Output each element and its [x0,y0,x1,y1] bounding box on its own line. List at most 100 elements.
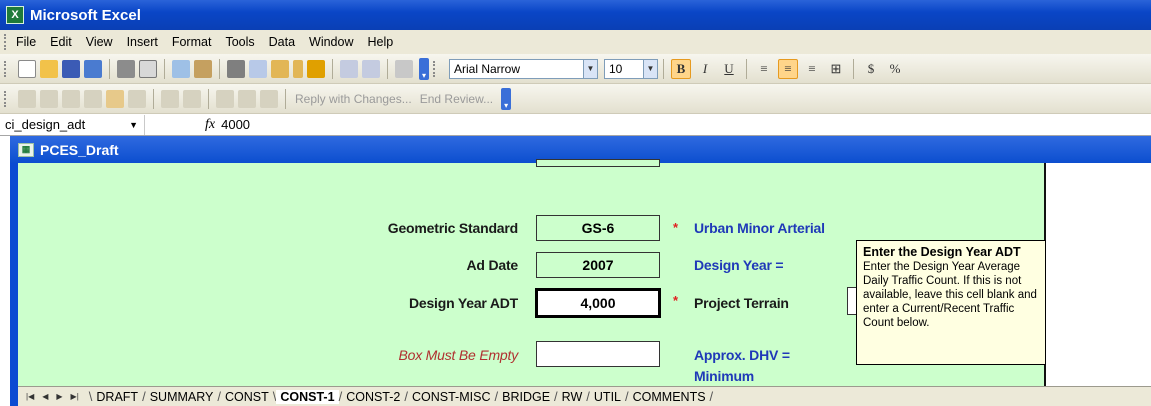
reply-with-changes-button[interactable]: Reply with Changes... [295,92,412,106]
align-left-icon[interactable]: ≡ [754,59,774,79]
ad-date-label: Ad Date [466,257,519,273]
hyperlink-icon[interactable] [395,59,413,78]
name-box[interactable]: ci_design_adt ▼ [0,114,145,135]
toolbar-options-chevron-icon[interactable]: ▾ [419,57,429,80]
tab-bridge[interactable]: BRIDGE [498,390,554,404]
toolbar-separator [153,88,154,109]
tab-const-1[interactable]: CONST-1 [276,389,339,404]
toolbar-grip[interactable] [4,60,8,77]
tab-const[interactable]: CONST [221,390,273,404]
formula-input[interactable]: 4000 [221,117,250,132]
menu-data[interactable]: Data [269,35,295,49]
toolbar-separator [208,88,209,109]
tab-comments[interactable]: COMMENTS [629,390,710,404]
design-year-adt-cell[interactable]: 4,000 [535,288,661,318]
show-ink-icon[interactable] [260,89,278,108]
menu-file[interactable]: File [16,35,36,49]
approx-dhv-label: Approx. DHV = [694,347,790,363]
ink-annotations-icon[interactable] [128,89,146,108]
ad-date-cell[interactable]: 2007 [536,252,660,278]
undo-icon[interactable] [340,59,358,78]
delete-comment-icon[interactable] [161,89,179,108]
merge-center-icon[interactable]: ⊞ [826,59,846,79]
show-all-comments-icon[interactable] [106,89,124,108]
delete-ink-icon[interactable] [183,89,201,108]
formula-bar: ci_design_adt ▼ fx 4000 [0,114,1151,136]
print-preview-icon[interactable] [139,59,157,78]
menu-edit[interactable]: Edit [50,35,72,49]
reviewing-toolbar: Reply with Changes... End Review... ▾ [0,84,1151,114]
toolbar-separator [219,58,220,79]
workbook-title: PCES_Draft [40,141,119,158]
tab-summary[interactable]: SUMMARY [146,390,218,404]
menu-tools[interactable]: Tools [225,35,254,49]
previous-sheet-icon[interactable]: ◀ [42,392,48,401]
permission-icon[interactable] [84,59,102,78]
menu-help[interactable]: Help [368,35,394,49]
geometric-standard-cell[interactable]: GS-6 [536,215,660,241]
tab-rw[interactable]: RW [558,390,587,404]
percent-button[interactable]: % [885,59,905,79]
toolbar-separator [746,58,747,79]
next-sheet-icon[interactable]: ▶ [56,392,62,401]
toolbar-grip[interactable] [4,34,8,50]
bold-button[interactable]: B [671,58,691,79]
font-size-select[interactable]: 10 [604,58,644,79]
toolbar-separator [109,58,110,79]
first-sheet-icon[interactable]: |◀ [26,392,34,401]
print-icon[interactable] [117,59,135,78]
toolbar-separator [164,58,165,79]
copy-icon[interactable] [249,59,267,78]
end-review-button[interactable]: End Review... [420,92,493,106]
geometric-standard-label: Geometric Standard [387,220,518,236]
design-year-label: Design Year = [694,257,784,273]
toolbar-options-chevron-icon[interactable]: ▾ [501,87,512,110]
font-name-select[interactable]: Arial Narrow [449,58,584,79]
research-icon[interactable] [194,59,212,78]
insert-function-icon[interactable]: fx [205,117,215,133]
update-file-icon[interactable] [238,89,256,108]
previous-comment-icon[interactable] [40,89,58,108]
app-title: Microsoft Excel [30,6,141,24]
menu-format[interactable]: Format [172,35,212,49]
toolbar-grip[interactable] [4,90,8,107]
open-folder-icon[interactable] [40,59,58,78]
menu-view[interactable]: View [86,35,113,49]
chevron-down-icon[interactable]: ▼ [129,120,138,130]
redo-icon[interactable] [362,59,380,78]
save-icon[interactable] [62,59,80,78]
workbook-icon: ▦ [18,142,34,157]
show-comment-icon[interactable] [84,89,102,108]
track-changes-icon[interactable] [216,89,234,108]
box-must-be-empty-label: Box Must Be Empty [398,347,518,363]
tab-draft[interactable]: DRAFT [92,390,142,404]
new-comment-icon[interactable] [18,89,36,108]
toolbar-grip[interactable] [433,60,437,77]
currency-button[interactable]: $ [861,59,881,79]
project-terrain-label: Project Terrain [694,295,789,311]
align-center-icon[interactable]: ≡ [778,58,798,79]
cell-above-stub[interactable] [536,159,660,167]
underline-button[interactable]: U [719,59,739,79]
format-painter-icon[interactable] [307,59,325,78]
new-document-icon[interactable] [18,59,36,78]
last-sheet-icon[interactable]: ▶| [71,392,79,401]
tab-const-misc[interactable]: CONST-MISC [408,390,494,404]
menu-insert[interactable]: Insert [127,35,158,49]
current-traffic-count-cell[interactable] [536,341,660,367]
font-dropdown-arrow-icon[interactable]: ▼ [584,58,598,79]
align-right-icon[interactable]: ≡ [802,59,822,79]
sheet-tab-bar: |◀ ◀ ▶ ▶| \ DRAFT / SUMMARY / CONST \ CO… [18,386,1151,406]
spelling-icon[interactable] [172,59,190,78]
tab-const-2[interactable]: CONST-2 [342,390,404,404]
standard-toolbar: ▾ Arial Narrow ▼ 10 ▼ B I U ≡ ≡ ≡ ⊞ $ % [0,54,1151,84]
size-dropdown-arrow-icon[interactable]: ▼ [644,58,658,79]
excel-icon: X [6,6,24,24]
menu-window[interactable]: Window [309,35,353,49]
italic-button[interactable]: I [695,59,715,79]
tab-util[interactable]: UTIL [590,390,625,404]
cut-icon[interactable] [227,59,245,78]
next-comment-icon[interactable] [62,89,80,108]
paste-options-icon[interactable] [293,59,303,78]
paste-icon[interactable] [271,59,289,78]
